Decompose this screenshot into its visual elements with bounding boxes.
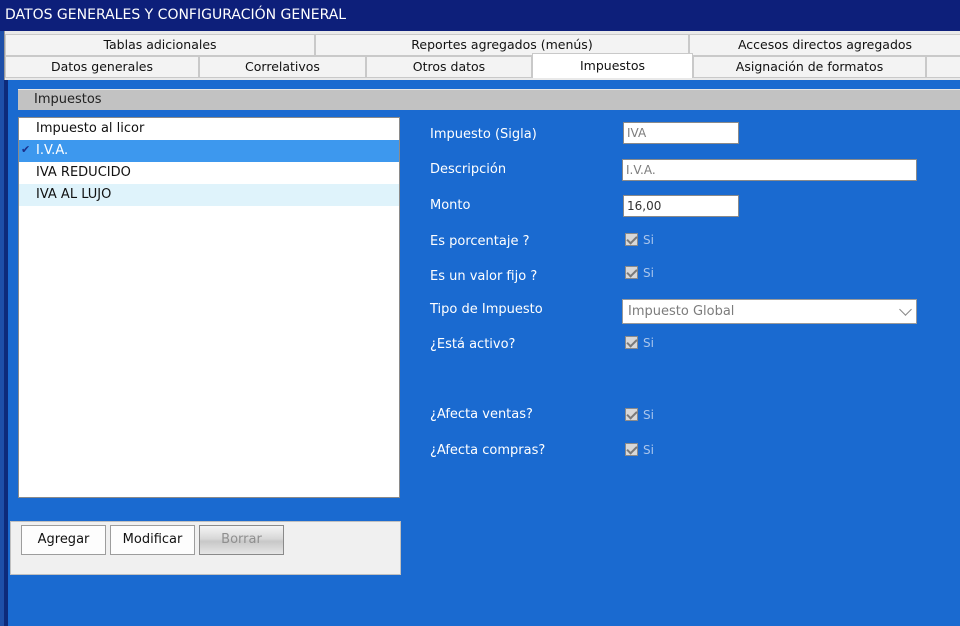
tab-empty: [926, 56, 960, 78]
list-item[interactable]: IVA AL LUJO: [19, 184, 399, 206]
checkmark-icon: ✔: [21, 143, 31, 156]
tab-row-1: Tablas adicionales Reportes agregados (m…: [5, 34, 960, 56]
descripcion-field[interactable]: I.V.A.: [622, 159, 917, 181]
select-value: Impuesto Global: [628, 304, 735, 319]
checkbox-text: Si: [643, 407, 654, 422]
list-item-label: Impuesto al licor: [36, 121, 145, 136]
list-item[interactable]: Impuesto al licor: [19, 118, 399, 140]
button-panel: Agregar Modificar Borrar: [10, 521, 401, 575]
afecta-compras-checkbox[interactable]: Si: [625, 442, 654, 458]
es-porcentaje-label: Es porcentaje ?: [430, 234, 530, 249]
tab-row-2: Datos generales Correlativos Otros datos…: [5, 53, 960, 78]
afecta-ventas-label: ¿Afecta ventas?: [430, 407, 533, 422]
tab-accesos-directos[interactable]: Accesos directos agregados: [689, 34, 960, 56]
add-button[interactable]: Agregar: [21, 525, 106, 555]
tab-impuestos[interactable]: Impuestos: [532, 53, 693, 78]
activo-label: ¿Está activo?: [430, 337, 516, 352]
monto-field[interactable]: 16,00: [623, 195, 739, 217]
descripcion-label: Descripción: [430, 162, 507, 177]
modify-button[interactable]: Modificar: [110, 525, 195, 555]
list-item-label: IVA AL LUJO: [36, 187, 112, 202]
tab-otros-datos[interactable]: Otros datos: [366, 56, 532, 78]
chevron-down-icon: [899, 303, 912, 316]
tab-datos-generales[interactable]: Datos generales: [5, 56, 199, 78]
afecta-compras-label: ¿Afecta compras?: [430, 443, 546, 458]
section-header: Impuestos: [18, 89, 960, 110]
checkbox-checked-icon: [625, 233, 638, 246]
list-item-label: IVA REDUCIDO: [36, 165, 131, 180]
taxes-listbox[interactable]: Impuesto al licor ✔ I.V.A. IVA REDUCIDO …: [18, 117, 400, 498]
monto-label: Monto: [430, 198, 471, 213]
list-item[interactable]: IVA REDUCIDO: [19, 162, 399, 184]
tab-asignacion-formatos[interactable]: Asignación de formatos: [693, 56, 926, 78]
afecta-ventas-checkbox[interactable]: Si: [625, 407, 654, 423]
activo-checkbox[interactable]: Si: [625, 335, 654, 351]
checkbox-checked-icon: [625, 443, 638, 456]
es-valor-fijo-checkbox[interactable]: Si: [625, 265, 654, 281]
sigla-field[interactable]: IVA: [623, 122, 739, 144]
list-item-selected[interactable]: ✔ I.V.A.: [19, 140, 399, 162]
checkbox-checked-icon: [625, 336, 638, 349]
checkbox-text: Si: [643, 335, 654, 350]
list-item-label: I.V.A.: [36, 143, 69, 158]
checkbox-checked-icon: [625, 266, 638, 279]
tipo-impuesto-label: Tipo de Impuesto: [430, 302, 543, 317]
tab-correlativos[interactable]: Correlativos: [199, 56, 366, 78]
checkbox-checked-icon: [625, 408, 638, 421]
tab-tablas-adicionales[interactable]: Tablas adicionales: [5, 34, 315, 56]
tab-strip: Tablas adicionales Reportes agregados (m…: [4, 31, 960, 80]
es-valor-fijo-label: Es un valor fijo ?: [430, 269, 538, 284]
delete-button[interactable]: Borrar: [199, 525, 284, 555]
checkbox-text: Si: [643, 442, 654, 457]
checkbox-text: Si: [643, 265, 654, 280]
checkbox-text: Si: [643, 232, 654, 247]
window-title: DATOS GENERALES Y CONFIGURACIÓN GENERAL: [0, 0, 960, 31]
es-porcentaje-checkbox[interactable]: Si: [625, 232, 654, 248]
tipo-impuesto-select[interactable]: Impuesto Global: [622, 299, 917, 324]
sigla-label: Impuesto (Sigla): [430, 127, 537, 142]
